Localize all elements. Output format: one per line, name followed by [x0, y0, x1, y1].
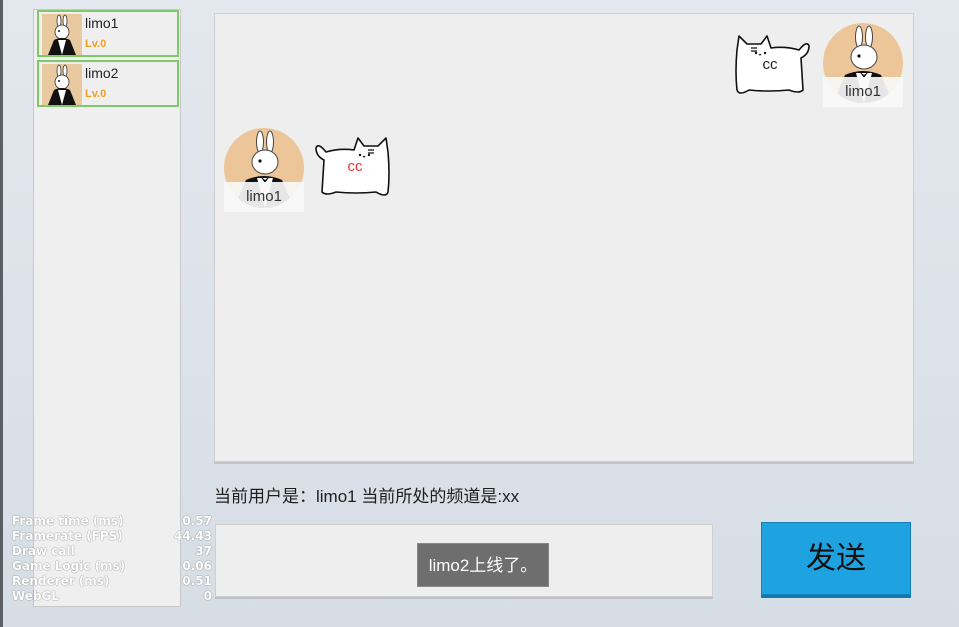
- message-text: cc: [762, 56, 778, 73]
- stat-label: Renderer (ms): [12, 574, 110, 588]
- stat-row: WebGL 0: [12, 589, 212, 604]
- message-sender-name: limo1: [823, 77, 903, 107]
- stat-row: Game Logic (ms) 0.06: [12, 559, 212, 574]
- cat-bubble-icon: cc: [729, 32, 811, 98]
- rabbit-avatar-icon: [42, 14, 82, 55]
- cat-bubble-icon: cc: [314, 134, 396, 200]
- user-name: limo1: [85, 15, 119, 31]
- stat-value: 0: [203, 589, 212, 603]
- debug-stats-overlay: Frame time (ms) 0.57 Framerate (FPS) 44.…: [12, 514, 212, 604]
- stat-row: Renderer (ms) 0.51: [12, 574, 212, 589]
- user-list-item[interactable]: limo2 Lv.0: [37, 60, 179, 107]
- user-list-item[interactable]: limo1 Lv.0: [37, 10, 179, 57]
- stat-label: Draw call: [12, 544, 75, 558]
- message-text: cc: [347, 158, 363, 175]
- user-level-badge: Lv.0: [85, 38, 107, 50]
- stat-label: Game Logic (ms): [12, 559, 126, 573]
- message-avatar: limo1: [224, 128, 304, 212]
- message-avatar: limo1: [823, 23, 903, 107]
- stat-value: 0.51: [182, 574, 212, 588]
- stat-label: Frame time (ms): [12, 514, 124, 528]
- message-sender-name: limo1: [224, 182, 304, 212]
- stat-value: 0.57: [182, 514, 212, 528]
- stat-value: 37: [195, 544, 212, 558]
- chat-message-area[interactable]: cc limo1 limo1 cc: [214, 13, 914, 462]
- stat-label: WebGL: [12, 589, 60, 603]
- stat-value: 44.43: [174, 529, 212, 543]
- stat-row: Frame time (ms) 0.57: [12, 514, 212, 529]
- user-name: limo2: [85, 65, 119, 81]
- stat-row: Framerate (FPS) 44.43: [12, 529, 212, 544]
- send-button[interactable]: 发送: [761, 522, 911, 595]
- stat-value: 0.06: [182, 559, 212, 573]
- rabbit-avatar-icon: [42, 64, 82, 105]
- left-edge-bar: [0, 0, 3, 627]
- user-level-badge: Lv.0: [85, 88, 107, 100]
- online-toast: limo2上线了。: [417, 543, 549, 587]
- stat-label: Framerate (FPS): [12, 529, 123, 543]
- stat-row: Draw call 37: [12, 544, 212, 559]
- status-line: 当前用户是：limo1 当前所处的频道是:xx: [214, 487, 520, 506]
